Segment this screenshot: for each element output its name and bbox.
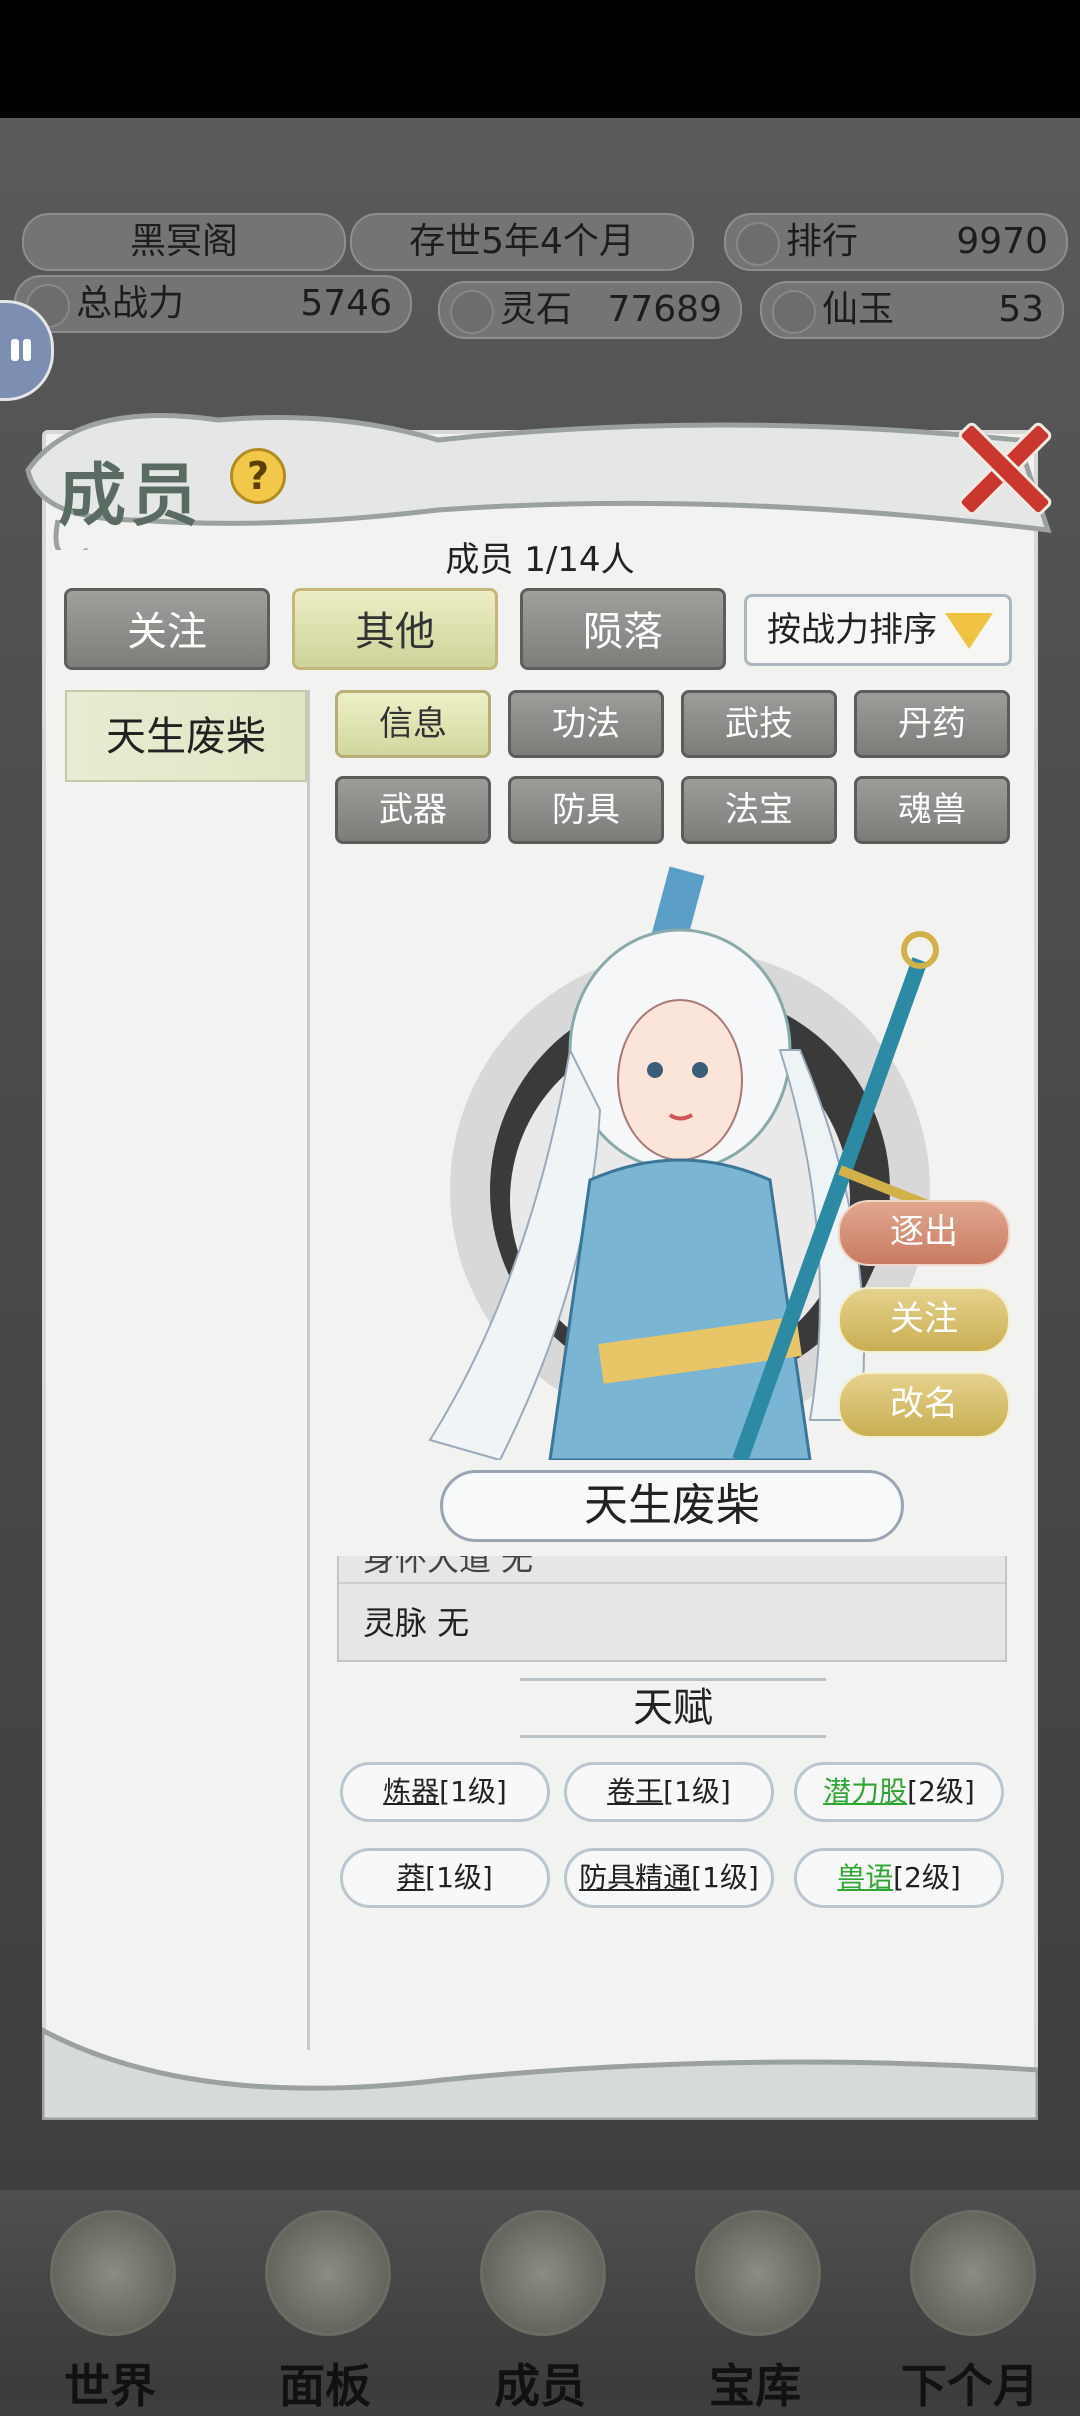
power-label: 总战力 <box>76 283 185 324</box>
sort-label: 按战力排序 <box>767 610 937 650</box>
jade-icon <box>772 290 816 334</box>
subtab-martial-skill[interactable]: 武技 <box>681 690 837 758</box>
info-divider <box>339 1582 1005 1584</box>
info-row-cut: 身怀大道 无 <box>363 1556 534 1578</box>
sect-age-pill: 存世5年4个月 <box>350 213 694 271</box>
spirit-stone-icon <box>450 290 494 334</box>
talent-name: 莽 <box>397 1861 426 1894</box>
rename-button[interactable]: 改名 <box>838 1372 1010 1438</box>
treasury-icon <box>695 2210 821 2336</box>
talent-item[interactable]: 炼器[1级] <box>340 1762 550 1822</box>
next-month-icon <box>910 2210 1036 2336</box>
close-icon[interactable] <box>950 415 1050 515</box>
member-list-pane <box>65 690 310 2050</box>
talent-item[interactable]: 兽语[2级] <box>794 1848 1004 1908</box>
subtab-pills[interactable]: 丹药 <box>854 690 1010 758</box>
sect-name: 黑冥阁 <box>129 221 238 262</box>
nav-members[interactable]: 成员 <box>460 2200 620 2413</box>
rank-value: 9970 <box>956 221 1048 262</box>
help-icon[interactable]: ? <box>230 448 286 504</box>
sort-dropdown[interactable]: 按战力排序 <box>744 594 1012 666</box>
subtab-technique[interactable]: 功法 <box>508 690 664 758</box>
talent-name: 兽语 <box>837 1861 894 1894</box>
talent-name: 炼器 <box>383 1775 440 1808</box>
filter-follow-button[interactable]: 关注 <box>64 588 270 670</box>
sect-name-pill: 黑冥阁 <box>22 213 346 271</box>
subtab-soul-beast[interactable]: 魂兽 <box>854 776 1010 844</box>
subtab-weapon[interactable]: 武器 <box>335 776 491 844</box>
nav-label: 宝库 <box>709 2359 801 2413</box>
members-icon <box>480 2210 606 2336</box>
rank-pill[interactable]: 排行 9970 <box>724 213 1068 271</box>
talent-item[interactable]: 防具精通[1级] <box>564 1848 774 1908</box>
power-pill: 总战力 5746 <box>14 275 412 333</box>
talent-level: [1级] <box>439 1775 507 1808</box>
nav-world[interactable]: 世界 <box>30 2200 190 2413</box>
talent-heading: 天赋 <box>520 1678 826 1738</box>
jade-label: 仙玉 <box>822 289 895 330</box>
character-name: 天生废柴 <box>440 1470 904 1542</box>
talent-item[interactable]: 潜力股[2级] <box>794 1762 1004 1822</box>
member-list-item[interactable]: 天生废柴 <box>65 690 307 782</box>
filter-other-button[interactable]: 其他 <box>292 588 498 670</box>
sect-age: 存世5年4个月 <box>409 221 635 262</box>
rank-icon <box>736 222 780 266</box>
nav-panel[interactable]: 面板 <box>245 2200 405 2413</box>
follow-button[interactable]: 关注 <box>838 1287 1010 1353</box>
spirit-stone-value: 77689 <box>607 289 722 330</box>
expel-button[interactable]: 逐出 <box>838 1200 1010 1266</box>
member-count: 成员 1/14人 <box>445 540 635 580</box>
talent-level: [1级] <box>691 1861 759 1894</box>
jade-pill: 仙玉 53 <box>760 281 1064 339</box>
subtab-armor[interactable]: 防具 <box>508 776 664 844</box>
info-panel: 身怀大道 无 灵脉 无 <box>337 1556 1007 1662</box>
talent-level: [1级] <box>425 1861 493 1894</box>
spirit-stone-pill: 灵石 77689 <box>438 281 742 339</box>
subtab-artifact[interactable]: 法宝 <box>681 776 837 844</box>
talent-name: 潜力股 <box>823 1775 908 1808</box>
talent-name: 卷王 <box>607 1775 664 1808</box>
talent-level: [2级] <box>907 1775 975 1808</box>
jade-value: 53 <box>998 289 1044 330</box>
world-icon <box>50 2210 176 2336</box>
nav-next-month[interactable]: 下个月 <box>890 2200 1050 2413</box>
nav-label: 世界 <box>64 2359 156 2413</box>
sect-stats-bar: 黑冥阁 存世5年4个月 排行 9970 总战力 5746 灵石 77689 仙玉… <box>0 195 1080 345</box>
spirit-stone-label: 灵石 <box>500 289 573 330</box>
panel-icon <box>265 2210 391 2336</box>
nav-label: 面板 <box>279 2359 371 2413</box>
subtab-info[interactable]: 信息 <box>335 690 491 758</box>
talent-level: [1级] <box>663 1775 731 1808</box>
nav-label: 成员 <box>494 2359 586 2413</box>
modal-cloud-footer-decoration <box>42 2027 1038 2120</box>
power-value: 5746 <box>300 283 392 324</box>
talent-item[interactable]: 卷王[1级] <box>564 1762 774 1822</box>
status-bar <box>0 0 1080 118</box>
nav-treasury[interactable]: 宝库 <box>675 2200 835 2413</box>
talent-name: 防具精通 <box>579 1861 692 1894</box>
talent-level: [2级] <box>893 1861 961 1894</box>
chat-icon <box>11 339 19 361</box>
modal-title: 成员 <box>58 456 203 536</box>
chevron-down-icon <box>945 613 993 649</box>
nav-label: 下个月 <box>901 2359 1039 2413</box>
rank-label: 排行 <box>786 221 859 262</box>
talent-item[interactable]: 莽[1级] <box>340 1848 550 1908</box>
character-portrait <box>428 866 942 1460</box>
filter-fallen-button[interactable]: 陨落 <box>520 588 726 670</box>
spirit-vein-row: 灵脉 无 <box>363 1604 470 1642</box>
